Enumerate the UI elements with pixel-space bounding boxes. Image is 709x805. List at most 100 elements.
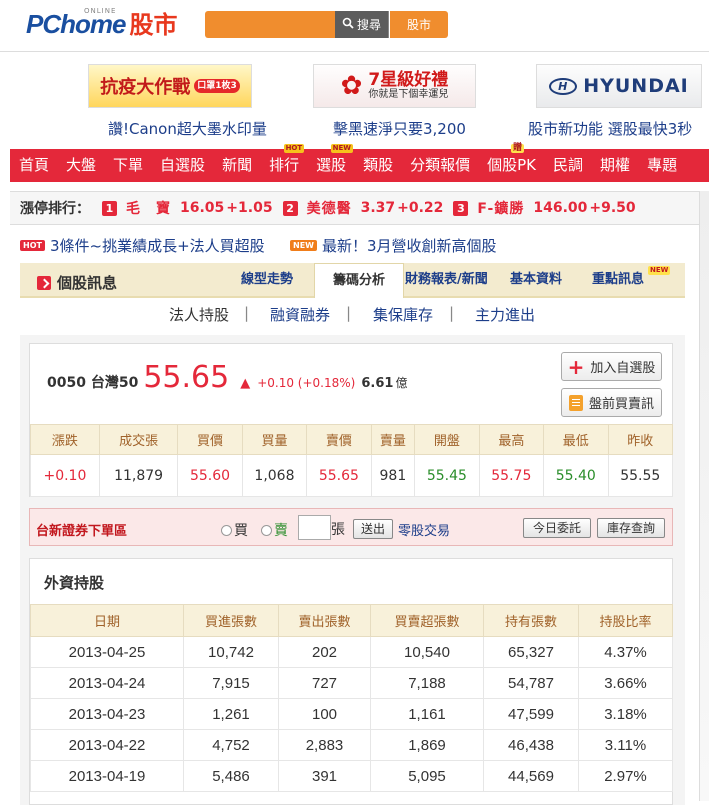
- column-header: 買量: [241, 424, 308, 455]
- search-button[interactable]: 搜尋: [335, 11, 389, 38]
- today-orders-button[interactable]: 今日委託: [523, 518, 591, 538]
- ad-banner-gift[interactable]: ✿ 7星級好禮 你就是下個幸運兒: [313, 64, 476, 108]
- nav-item-poll[interactable]: 民調: [544, 149, 591, 182]
- subtab-separator: |: [449, 304, 455, 322]
- subtab-custody[interactable]: 集保庫存: [373, 304, 433, 325]
- table-cell: 11,879: [98, 454, 179, 497]
- up-arrow-icon: ▲: [240, 376, 251, 391]
- nav-item-screener[interactable]: 選股 NEW: [307, 144, 354, 182]
- tab-financials-news[interactable]: 財務報表/新聞: [405, 263, 488, 298]
- nav-item-order[interactable]: 下單: [104, 149, 151, 182]
- ticker-stock-link[interactable]: 毛 寶: [126, 198, 171, 218]
- table-cell: 44,569: [483, 760, 579, 792]
- pchome-stock-logo[interactable]: ONLINE PChome 股市: [26, 7, 178, 40]
- nav-item-ranking[interactable]: 排行 HOT: [260, 144, 307, 182]
- subtab-margin[interactable]: 融資融券: [270, 304, 330, 325]
- ad-link-new-feature[interactable]: 股市新功能 選股最快3秒: [528, 118, 692, 139]
- tab-chips-analysis[interactable]: 籌碼分析: [314, 263, 404, 298]
- promo-link-hot[interactable]: HOT 3條件~挑業績成長+法人買超股: [20, 235, 265, 256]
- section-title: 個股訊息: [37, 272, 117, 293]
- table-cell: 1,068: [241, 454, 308, 497]
- table-cell: 46,438: [483, 729, 579, 761]
- order-quantity-input[interactable]: [298, 515, 331, 540]
- nav-item-category-quotes[interactable]: 分類報價: [401, 149, 478, 182]
- column-header: 賣價: [306, 424, 372, 455]
- column-header: 漲跌: [30, 424, 100, 455]
- add-to-watchlist-button[interactable]: + 加入自選股: [561, 352, 662, 381]
- column-header: 成交張: [98, 424, 179, 455]
- stock-info-tabbar: 個股訊息 線型走勢 籌碼分析 財務報表/新聞 基本資料 重點訊息 NEW: [20, 263, 685, 298]
- subtab-separator: |: [244, 304, 250, 322]
- buy-radio[interactable]: 買: [221, 520, 248, 540]
- table-cell: 2013-04-23: [30, 698, 184, 730]
- radio-label: 買: [234, 523, 248, 539]
- table-cell: 2013-04-19: [30, 760, 184, 792]
- tab-chart[interactable]: 線型走勢: [241, 263, 293, 298]
- table-cell: 727: [278, 667, 371, 699]
- ad-banner-hyundai[interactable]: H HYUNDAI: [536, 64, 702, 108]
- table-cell: 981: [370, 454, 416, 497]
- inventory-query-button[interactable]: 庫存查詢: [597, 518, 665, 538]
- table-cell: 3.11%: [578, 729, 673, 761]
- send-order-button[interactable]: 送出: [353, 519, 393, 539]
- stock-category-button[interactable]: 股市: [390, 11, 448, 38]
- search-input[interactable]: [205, 11, 335, 38]
- column-header: 昨收: [607, 424, 673, 455]
- promo-link-new[interactable]: NEW 最新！3月營收創新高個股: [290, 235, 497, 256]
- nav-item-label: 首頁: [19, 156, 50, 174]
- notepad-icon: [568, 394, 583, 411]
- column-header: 最低: [543, 424, 609, 455]
- ad-link-canon[interactable]: 讚!Canon超大墨水印量: [108, 118, 267, 139]
- ticker-label: 漲停排行：: [20, 201, 90, 217]
- nav-item-futures[interactable]: 期權: [591, 149, 638, 182]
- nav-item-topics[interactable]: 專題: [638, 149, 685, 182]
- ticker-stock-link[interactable]: 美德醫: [307, 198, 352, 218]
- table-cell: 7,188: [370, 667, 484, 699]
- subtab-major-players[interactable]: 主力進出: [475, 304, 535, 325]
- column-header: 買進張數: [183, 604, 279, 637]
- nav-item-label: 期權: [600, 156, 631, 174]
- ad-banner-anti-epidemic[interactable]: 抗疫大作戰 口罩1枚3: [88, 64, 252, 108]
- tab-key-news[interactable]: 重點訊息: [592, 263, 644, 298]
- sell-radio[interactable]: 賣: [261, 520, 288, 540]
- tab-basic-info[interactable]: 基本資料: [510, 263, 562, 298]
- nav-item-label: 分類報價: [410, 156, 471, 174]
- table-cell: 55.75: [478, 454, 545, 497]
- nav-item-market[interactable]: 大盤: [57, 149, 104, 182]
- column-header: 賣出張數: [278, 604, 371, 637]
- order-panel-title: 台新證券下單區: [36, 524, 128, 539]
- table-cell: 65,327: [483, 636, 579, 668]
- nav-item-label: 自選股: [160, 156, 206, 174]
- table-cell: 55.45: [414, 454, 480, 497]
- table-cell: 10,742: [183, 636, 279, 668]
- table-cell: 1,261: [183, 698, 279, 730]
- nav-item-label: 類股: [363, 156, 394, 174]
- main-nav: 首頁 大盤 下單 自選股 新聞 排行 HOT 選股 NEW 類股 分類報價 個股PK…: [10, 144, 709, 182]
- odd-lot-trading-link[interactable]: 零股交易: [398, 520, 450, 539]
- subtab-separator: |: [346, 304, 352, 322]
- column-header: 買價: [177, 424, 243, 455]
- subtab-institutional[interactable]: 法人持股: [169, 304, 229, 325]
- nav-item-news[interactable]: 新聞: [213, 149, 260, 182]
- table-cell: 2013-04-25: [30, 636, 184, 668]
- nav-item-sectors[interactable]: 類股: [354, 149, 401, 182]
- pre-market-signal-button[interactable]: 盤前買賣訊: [561, 388, 662, 417]
- nav-item-home[interactable]: 首頁: [10, 149, 57, 182]
- nav-item-label: 個股PK: [487, 156, 537, 174]
- nav-item-watchlist[interactable]: 自選股: [151, 149, 213, 182]
- logo-section-text: 股市: [129, 11, 178, 39]
- nav-item-stock-pk[interactable]: 個股PK 贈: [478, 144, 544, 182]
- hot-badge: HOT: [283, 144, 305, 153]
- table-cell: 7,915: [183, 667, 279, 699]
- hot-badge: HOT: [20, 240, 45, 251]
- nav-item-label: 大盤: [66, 156, 97, 174]
- ad-banner-badge: 口罩1枚3: [194, 79, 240, 93]
- button-label: 加入自選股: [590, 361, 656, 376]
- ticker-stock-link[interactable]: F-鑛勝: [477, 198, 524, 218]
- gift-bow-icon: ✿: [340, 71, 363, 101]
- column-header: 賣量: [370, 424, 416, 455]
- ticker-change: +1.05: [226, 200, 273, 216]
- ad-link-vacuum[interactable]: 擊黑速淨只要3,200: [333, 118, 466, 139]
- column-header: 持有張數: [483, 604, 579, 637]
- limit-up-ticker: 漲停排行： 1 毛 寶 16.05 +1.05 2 美德醫 3.37 +0.22…: [10, 191, 699, 225]
